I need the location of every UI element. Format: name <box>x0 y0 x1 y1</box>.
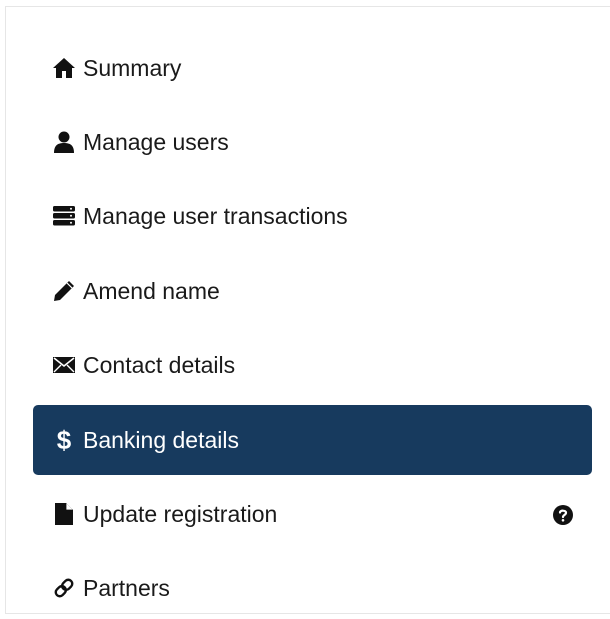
server-stack-icon <box>52 204 76 228</box>
nav-item-manage-user-transactions[interactable]: Manage user transactions <box>33 187 592 245</box>
document-icon <box>52 502 76 526</box>
nav-item-partners[interactable]: Partners <box>33 559 592 617</box>
nav-item-manage-users[interactable]: Manage users <box>33 113 592 171</box>
question-circle-icon[interactable] <box>553 504 573 525</box>
user-icon <box>52 130 76 154</box>
nav-item-label: Summary <box>83 54 182 81</box>
nav-item-label: Partners <box>83 574 170 601</box>
link-icon <box>52 576 76 600</box>
nav-item-update-registration[interactable]: Update registration <box>33 485 592 543</box>
nav-item-label: Banking details <box>83 426 239 453</box>
nav-item-contact-details[interactable]: Contact details <box>33 336 592 394</box>
dollar-icon: $ <box>56 425 72 455</box>
nav-item-banking-details[interactable]: $ Banking details <box>33 405 592 475</box>
nav-item-label: Amend name <box>83 277 220 304</box>
nav-item-label: Manage users <box>83 128 229 155</box>
nav-item-amend-name[interactable]: Amend name <box>33 262 592 320</box>
nav-item-label: Update registration <box>83 500 278 527</box>
nav-item-label: Manage user transactions <box>83 202 348 229</box>
pencil-icon <box>52 279 76 303</box>
envelope-icon <box>52 353 76 377</box>
home-icon <box>52 56 76 80</box>
nav-item-summary[interactable]: Summary <box>33 39 592 97</box>
nav-item-label: Contact details <box>83 351 236 378</box>
